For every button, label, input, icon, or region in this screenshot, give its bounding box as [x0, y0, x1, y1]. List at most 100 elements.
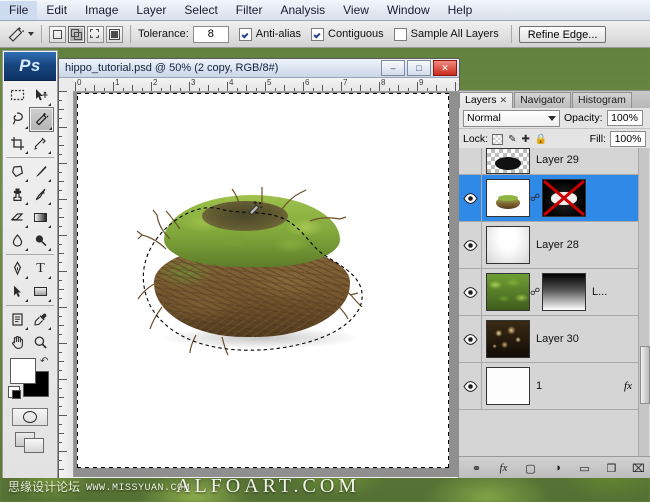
pen-tool[interactable] — [6, 257, 29, 280]
menu-item-help[interactable]: Help — [439, 1, 482, 20]
link-layer-mask-icon[interactable]: ☍ — [530, 287, 540, 298]
layer-visibility-toggle[interactable] — [459, 148, 482, 174]
lock-position-icon[interactable]: ✚ — [522, 134, 530, 145]
default-colors-icon[interactable] — [8, 386, 21, 399]
intersect-with-selection-button[interactable] — [106, 25, 123, 43]
close-button[interactable]: ✕ — [433, 60, 457, 76]
menu-item-filter[interactable]: Filter — [227, 1, 272, 20]
crop-tool[interactable] — [6, 132, 29, 155]
link-layer-mask-icon[interactable]: ☍ — [530, 193, 540, 204]
layer-row-layer-1[interactable]: 1 fx — [459, 363, 648, 410]
layer-name[interactable]: L... — [592, 286, 607, 298]
layer-row-layer-30[interactable]: Layer 30 — [459, 316, 648, 363]
path-selection-tool[interactable] — [6, 280, 29, 303]
add-to-selection-button[interactable] — [68, 25, 85, 43]
chevron-down-icon[interactable] — [548, 115, 556, 121]
layer-thumbnail[interactable] — [486, 273, 530, 311]
layer-name[interactable]: Layer 29 — [536, 154, 579, 166]
zoom-tool[interactable] — [29, 331, 52, 354]
menu-item-select[interactable]: Select — [175, 1, 226, 20]
sample-all-layers-checkbox[interactable] — [393, 27, 407, 41]
layer-thumbnail[interactable] — [486, 226, 530, 264]
layer-list[interactable]: Layer 29 ☍ Layer 28 ☍ L... Layer 30 1 fx — [459, 148, 648, 456]
contiguous-checkbox[interactable] — [311, 27, 325, 41]
tolerance-input[interactable]: 8 — [192, 25, 229, 43]
layer-visibility-toggle[interactable] — [459, 269, 482, 315]
tab-histogram[interactable]: Histogram — [572, 92, 632, 108]
lock-image-pixels-icon[interactable]: ✎ — [508, 134, 516, 145]
layer-thumbnail[interactable] — [486, 148, 530, 174]
layer-fx-badge[interactable]: fx — [624, 380, 632, 392]
layer-name[interactable]: 1 — [536, 380, 542, 392]
quick-mask-icon[interactable] — [12, 408, 48, 426]
gradient-tool[interactable] — [29, 206, 52, 229]
refine-edge-button[interactable]: Refine Edge... — [518, 25, 607, 43]
fill-input[interactable]: 100% — [610, 131, 646, 147]
layer-thumbnail[interactable] — [486, 320, 530, 358]
contiguous-checkbox-row[interactable]: Contiguous — [311, 27, 384, 41]
chevron-down-icon[interactable] — [28, 32, 34, 36]
layer-thumbnail[interactable] — [486, 179, 530, 217]
layer-name[interactable]: Layer 30 — [536, 333, 579, 345]
menu-item-image[interactable]: Image — [76, 1, 127, 20]
lock-transparency-icon[interactable] — [492, 133, 504, 145]
screen-mode-icon[interactable] — [15, 432, 45, 453]
lock-all-icon[interactable]: 🔒 — [535, 134, 547, 145]
hand-tool[interactable] — [6, 331, 29, 354]
layer-mask-thumbnail[interactable] — [542, 179, 586, 217]
foreground-color-swatch[interactable] — [10, 358, 36, 384]
swap-arrows-icon[interactable]: ↶ — [40, 356, 48, 367]
anti-alias-checkbox-row[interactable]: Anti-alias — [238, 27, 301, 41]
menu-item-edit[interactable]: Edit — [37, 1, 76, 20]
menu-item-analysis[interactable]: Analysis — [271, 1, 334, 20]
move-tool[interactable] — [29, 84, 52, 107]
brush-tool[interactable] — [29, 160, 52, 183]
opacity-input[interactable]: 100% — [606, 110, 643, 126]
menu-item-window[interactable]: Window — [378, 1, 439, 20]
clone-stamp-tool[interactable] — [6, 183, 29, 206]
layer-visibility-toggle[interactable] — [459, 363, 482, 409]
maximize-button[interactable]: □ — [407, 60, 431, 76]
layers-scrollbar-thumb[interactable] — [640, 346, 650, 404]
menu-item-view[interactable]: View — [334, 1, 378, 20]
anti-alias-checkbox[interactable] — [238, 27, 252, 41]
layer-visibility-toggle[interactable] — [459, 316, 482, 362]
layer-row-layer-28[interactable]: Layer 28 — [459, 222, 648, 269]
blend-mode-select[interactable]: Normal — [463, 109, 560, 127]
magic-wand-tool[interactable] — [29, 107, 54, 132]
eyedropper-tool[interactable] — [29, 308, 52, 331]
minimize-button[interactable]: – — [381, 60, 405, 76]
canvas-area[interactable] — [74, 92, 458, 477]
layer-visibility-toggle[interactable] — [459, 175, 482, 221]
layer-row-moss[interactable]: ☍ L... — [459, 269, 648, 316]
blur-tool[interactable] — [6, 229, 29, 252]
layer-thumbnail[interactable] — [486, 367, 530, 405]
layer-row-layer-29[interactable]: Layer 29 — [459, 148, 648, 175]
history-brush-tool[interactable] — [29, 183, 52, 206]
patch-tool[interactable] — [6, 160, 29, 183]
dodge-tool[interactable] — [29, 229, 52, 252]
menu-item-layer[interactable]: Layer — [127, 1, 175, 20]
document-title-bar[interactable]: hippo_tutorial.psd @ 50% (2 copy, RGB/8#… — [59, 59, 459, 78]
tab-layers[interactable]: Layers ✕ — [459, 92, 514, 108]
type-tool[interactable]: T — [29, 257, 52, 280]
tab-navigator[interactable]: Navigator — [514, 92, 572, 108]
vertical-ruler[interactable] — [59, 91, 74, 477]
new-selection-button[interactable] — [49, 25, 66, 43]
slice-tool[interactable] — [29, 132, 52, 155]
subtract-from-selection-button[interactable] — [87, 25, 104, 43]
layer-mask-thumbnail[interactable] — [542, 273, 586, 311]
menu-item-file[interactable]: File — [0, 0, 38, 20]
notes-tool[interactable] — [6, 308, 29, 331]
lasso-tool[interactable] — [6, 107, 29, 130]
layer-visibility-toggle[interactable] — [459, 222, 482, 268]
layer-name[interactable]: Layer 28 — [536, 239, 579, 251]
layers-scrollbar[interactable] — [638, 148, 650, 456]
rectangle-shape-tool[interactable] — [29, 280, 52, 303]
tool-preset-picker[interactable] — [0, 25, 34, 43]
sample-all-layers-checkbox-row[interactable]: Sample All Layers — [393, 27, 499, 41]
close-icon[interactable]: ✕ — [500, 93, 508, 108]
horizontal-ruler[interactable]: 0 1 2 3 4 5 6 7 8 9 10 — [73, 78, 458, 92]
layer-row-selected-nest[interactable]: ☍ — [459, 175, 648, 222]
rectangular-marquee-tool[interactable] — [6, 84, 29, 107]
